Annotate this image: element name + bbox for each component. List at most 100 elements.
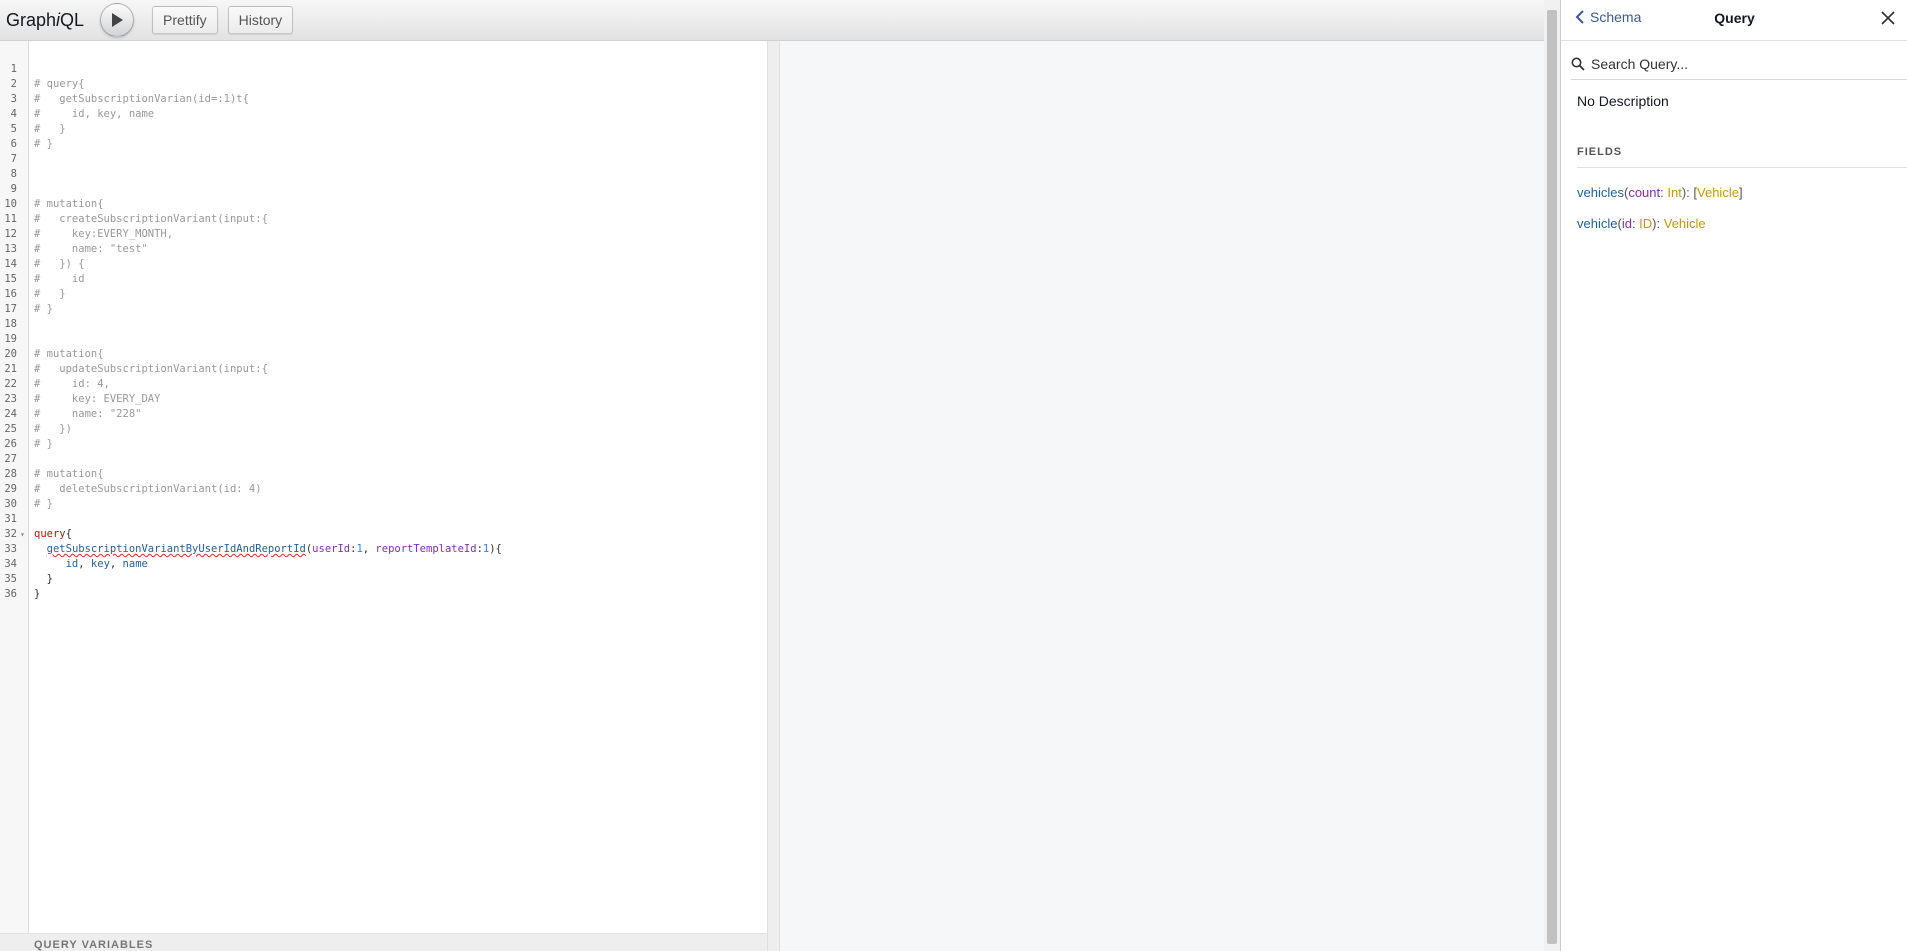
code-line[interactable]: 30 # } [0,497,767,512]
doc-search-input[interactable] [1591,55,1891,72]
code-line[interactable]: 22 # id: 4, [0,377,767,392]
code-line[interactable]: 27 [0,452,767,467]
code-line[interactable]: 31 [0,512,767,527]
code-text: # }) [34,423,72,435]
line-number: 33 [4,543,17,555]
code-text: query{ [34,528,72,540]
code-text: # deleteSubscriptionVariant(id: 4) [34,483,262,495]
prettify-button[interactable]: Prettify [152,6,218,34]
code-text: # id: 4, [34,378,110,390]
field-arg-type[interactable]: ID [1639,216,1652,231]
field-vehicle[interactable]: vehicle(id: ID): Vehicle [1577,216,1706,231]
close-docs-button[interactable] [1881,11,1895,30]
code-line[interactable]: 3 # getSubscriptionVarian(id=:1)t{ [0,92,767,107]
code-text: # mutation{ [34,198,104,210]
code-line[interactable]: 24 # name: "228" [0,407,767,422]
code-line[interactable]: 5 # } [0,122,767,137]
code-line[interactable]: 9 [0,182,767,197]
query-variables-header[interactable]: QUERY VARIABLES [0,933,767,951]
line-number: 25 [4,423,17,435]
line-number: 10 [4,198,17,210]
line-number: 34 [4,558,17,570]
code-text: # query{ [34,78,85,90]
scrollbar-thumb[interactable] [1547,10,1557,944]
code-line[interactable]: 32 ▾ query{ [0,527,767,542]
code-text: } [34,573,53,585]
line-number: 24 [4,408,17,420]
code-line[interactable]: 12 # key:EVERY_MONTH, [0,227,767,242]
execute-button[interactable] [100,3,135,37]
code-line[interactable]: 17 # } [0,302,767,317]
line-number: 12 [4,228,17,240]
code-line[interactable]: 10 # mutation{ [0,197,767,212]
code-line[interactable]: 16 # } [0,287,767,302]
code-text: # } [34,498,53,510]
code-line[interactable]: 25 # }) [0,422,767,437]
code-line[interactable]: 8 [0,167,767,182]
line-number: 35 [4,573,17,585]
line-number: 21 [4,363,17,375]
line-number: 11 [4,213,17,225]
line-number: 4 [10,108,17,120]
history-button[interactable]: History [227,6,294,34]
code-line[interactable]: 29 # deleteSubscriptionVariant(id: 4) [0,482,767,497]
line-number: 15 [4,273,17,285]
code-text: # getSubscriptionVarian(id=:1)t{ [34,93,249,105]
code-text: # }) { [34,258,85,270]
field-arg-type[interactable]: Int [1667,185,1681,200]
code-line[interactable]: 35 } [0,572,767,587]
field-arg-name: id [1621,216,1632,231]
field-return-type[interactable]: Vehicle [1697,185,1739,200]
code-text: getSubscriptionVariantByUserIdAndReportI… [46,543,502,555]
line-number: 23 [4,393,17,405]
code-line[interactable]: 36} [0,587,767,602]
code-line[interactable]: 11 # createSubscriptionVariant(input:{ [0,212,767,227]
code-line[interactable]: 26 # } [0,437,767,452]
code-lines[interactable]: 1 2 # query{3 # getSubscriptionVarian(id=:1… [0,62,767,602]
field-name[interactable]: vehicles [1577,185,1624,200]
code-text: # } [34,303,53,315]
query-editor[interactable]: 1 2 # query{3 # getSubscriptionVarian(id=:1… [0,41,767,933]
line-number: 36 [4,588,17,600]
field-name[interactable]: vehicle [1577,216,1617,231]
search-icon [1571,57,1585,71]
code-line[interactable]: 19 [0,332,767,347]
line-number: 7 [10,153,17,165]
code-line[interactable]: 23 # key: EVERY_DAY [0,392,767,407]
line-number: 32 [4,528,17,540]
code-line[interactable]: 14 # }) { [0,257,767,272]
code-line[interactable]: 1 [0,62,767,77]
line-number: 18 [4,318,17,330]
field-vehicles[interactable]: vehicles(count: Int): [Vehicle] [1577,185,1743,200]
field-arg-name: count [1628,185,1661,200]
code-line[interactable]: 28 # mutation{ [0,467,767,482]
code-text: # mutation{ [34,348,104,360]
code-text: # id, key, name [34,108,155,120]
code-line[interactable]: 4 # id, key, name [0,107,767,122]
line-number: 9 [10,183,17,195]
code-line[interactable]: 15 # id [0,272,767,287]
editor-resize-handle[interactable] [767,41,780,951]
code-text: } [34,588,41,600]
type-description: No Description [1577,93,1669,109]
code-line[interactable]: 13 # name: "test" [0,242,767,257]
code-text: # } [34,138,53,150]
doc-search [1571,48,1907,80]
code-line[interactable]: 34 id, key, name [0,557,767,572]
code-line[interactable]: 20 # mutation{ [0,347,767,362]
line-number: 6 [10,138,17,150]
field-return-type[interactable]: Vehicle [1664,216,1706,231]
line-number: 29 [4,483,17,495]
code-line[interactable]: 7 [0,152,767,167]
code-text: # createSubscriptionVariant(input:{ [34,213,268,225]
code-line[interactable]: 2 # query{ [0,77,767,92]
fold-toggle-icon[interactable]: ▾ [20,527,25,542]
code-line[interactable]: 18 [0,317,767,332]
code-line[interactable]: 6 # } [0,137,767,152]
line-number: 31 [4,513,17,525]
line-number: 8 [10,168,17,180]
code-line[interactable]: 21 # updateSubscriptionVariant(input:{ [0,362,767,377]
code-text: # name: "228" [34,408,142,420]
line-number: 27 [4,453,17,465]
code-line[interactable]: 33 getSubscriptionVariantByUserIdAndRepo… [0,542,767,557]
